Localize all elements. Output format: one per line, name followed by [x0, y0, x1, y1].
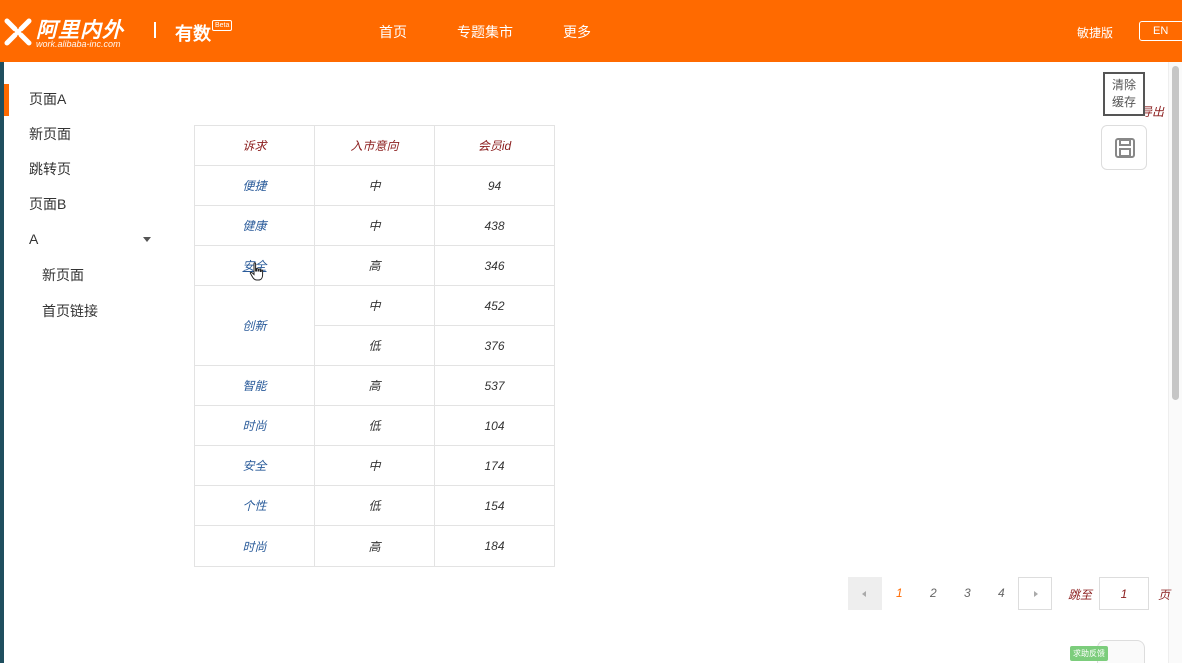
- table-row: 健康 中 438: [194, 205, 555, 246]
- jump-page-input[interactable]: [1099, 577, 1149, 610]
- sidebar-item-new-page[interactable]: 新页面: [4, 117, 164, 152]
- top-navigation-bar: 阿里内外 work.alibaba-inc.com 有数 Beta 首页 专题集…: [0, 0, 1182, 62]
- save-icon: [1115, 138, 1135, 158]
- data-table: 诉求 入市意向 会员id 便捷 中 94 健康 中 438 安全 高 346: [194, 125, 555, 567]
- cell-member-id: 537: [434, 365, 555, 406]
- cell-member-id: 452: [434, 285, 555, 326]
- cell-need[interactable]: 智能: [194, 365, 315, 406]
- cell-member-id: 346: [434, 245, 555, 286]
- edition-switch[interactable]: 敏捷版: [1077, 24, 1113, 41]
- page-number-1[interactable]: 1: [896, 586, 903, 600]
- header-divider: [154, 22, 156, 38]
- clear-cache-label-line2: 缓存: [1111, 95, 1136, 109]
- cell-member-id: 104: [434, 405, 555, 446]
- table-row: 安全 中 174: [194, 445, 555, 486]
- product-name[interactable]: 有数: [175, 20, 211, 46]
- cell-intent: 中: [314, 165, 435, 206]
- cell-intent: 高: [314, 365, 435, 406]
- logo-subtitle: work.alibaba-inc.com: [36, 39, 121, 49]
- sidebar: 页面A 新页面 跳转页 页面B A 新页面 首页链接: [4, 82, 164, 329]
- column-header-member-id[interactable]: 会员id: [434, 125, 555, 166]
- sidebar-item-redirect-page[interactable]: 跳转页: [4, 152, 164, 187]
- table-row: 创新 中 452: [194, 285, 555, 366]
- cell-intent: 中: [314, 285, 435, 326]
- table-row: 智能 高 537: [194, 365, 555, 406]
- hand-cursor-icon: [249, 262, 264, 281]
- column-header-need[interactable]: 诉求: [194, 125, 315, 166]
- cell-intent: 中: [314, 445, 435, 486]
- table-row: 时尚 高 184: [194, 525, 555, 567]
- cell-need[interactable]: 便捷: [194, 165, 315, 206]
- cell-member-id: 376: [434, 325, 555, 366]
- vertical-scrollbar[interactable]: [1168, 62, 1182, 663]
- page-unit-label: 页: [1158, 588, 1171, 602]
- cell-member-id: 438: [434, 205, 555, 246]
- page-number-3[interactable]: 3: [964, 586, 971, 600]
- page-number-4[interactable]: 4: [998, 586, 1005, 600]
- jump-to-label: 跳至: [1068, 588, 1093, 602]
- nav-topic-market[interactable]: 专题集市: [457, 22, 513, 42]
- clear-cache-button[interactable]: 清除 缓存: [1103, 72, 1145, 116]
- sidebar-subitem-home-link[interactable]: 首页链接: [4, 293, 164, 329]
- cell-intent: 高: [314, 245, 435, 286]
- cell-member-id: 184: [434, 525, 555, 567]
- clear-cache-label-line1: 清除: [1111, 78, 1136, 92]
- cell-need[interactable]: 安全: [194, 445, 315, 486]
- cell-need[interactable]: 时尚: [194, 525, 315, 567]
- caret-down-icon: [143, 237, 151, 242]
- table-row: 时尚 低 104: [194, 405, 555, 446]
- scrollbar-thumb[interactable]: [1172, 66, 1179, 400]
- nav-home[interactable]: 首页: [379, 22, 407, 42]
- logo-x-icon: [4, 18, 32, 46]
- feedback-badge[interactable]: 求助反馈: [1070, 646, 1108, 661]
- page: 阿里内外 work.alibaba-inc.com 有数 Beta 首页 专题集…: [0, 0, 1182, 663]
- save-button[interactable]: [1101, 125, 1147, 170]
- alibaba-logo[interactable]: 阿里内外 work.alibaba-inc.com: [4, 14, 144, 50]
- sidebar-item-page-b[interactable]: 页面B: [4, 187, 164, 222]
- cell-intent: 低: [314, 405, 435, 446]
- next-page-button[interactable]: [1018, 577, 1052, 610]
- cell-member-id: 94: [434, 165, 555, 206]
- cell-intent: 高: [314, 525, 435, 567]
- cell-intent: 低: [314, 485, 435, 526]
- previous-page-button[interactable]: [848, 577, 882, 610]
- page-number-2[interactable]: 2: [930, 586, 937, 600]
- sidebar-group-label: A: [29, 231, 39, 247]
- cell-need[interactable]: 创新: [194, 285, 315, 366]
- table-row: 个性 低 154: [194, 485, 555, 526]
- nav-more[interactable]: 更多: [563, 22, 591, 42]
- cell-member-id: 154: [434, 485, 555, 526]
- column-header-intent[interactable]: 入市意向: [314, 125, 435, 166]
- sidebar-item-page-a[interactable]: 页面A: [4, 82, 164, 117]
- cell-need[interactable]: 时尚: [194, 405, 315, 446]
- beta-badge: Beta: [212, 20, 233, 31]
- cell-member-id: 174: [434, 445, 555, 486]
- sidebar-group-a[interactable]: A: [4, 222, 164, 257]
- cell-need[interactable]: 个性: [194, 485, 315, 526]
- language-button[interactable]: EN: [1139, 21, 1182, 41]
- table-row: 便捷 中 94: [194, 165, 555, 206]
- cell-intent: 中: [314, 205, 435, 246]
- cell-need[interactable]: 健康: [194, 205, 315, 246]
- table-header-row: 诉求 入市意向 会员id: [194, 125, 555, 166]
- sidebar-subitem-new-page[interactable]: 新页面: [4, 257, 164, 293]
- cell-intent: 低: [314, 325, 435, 366]
